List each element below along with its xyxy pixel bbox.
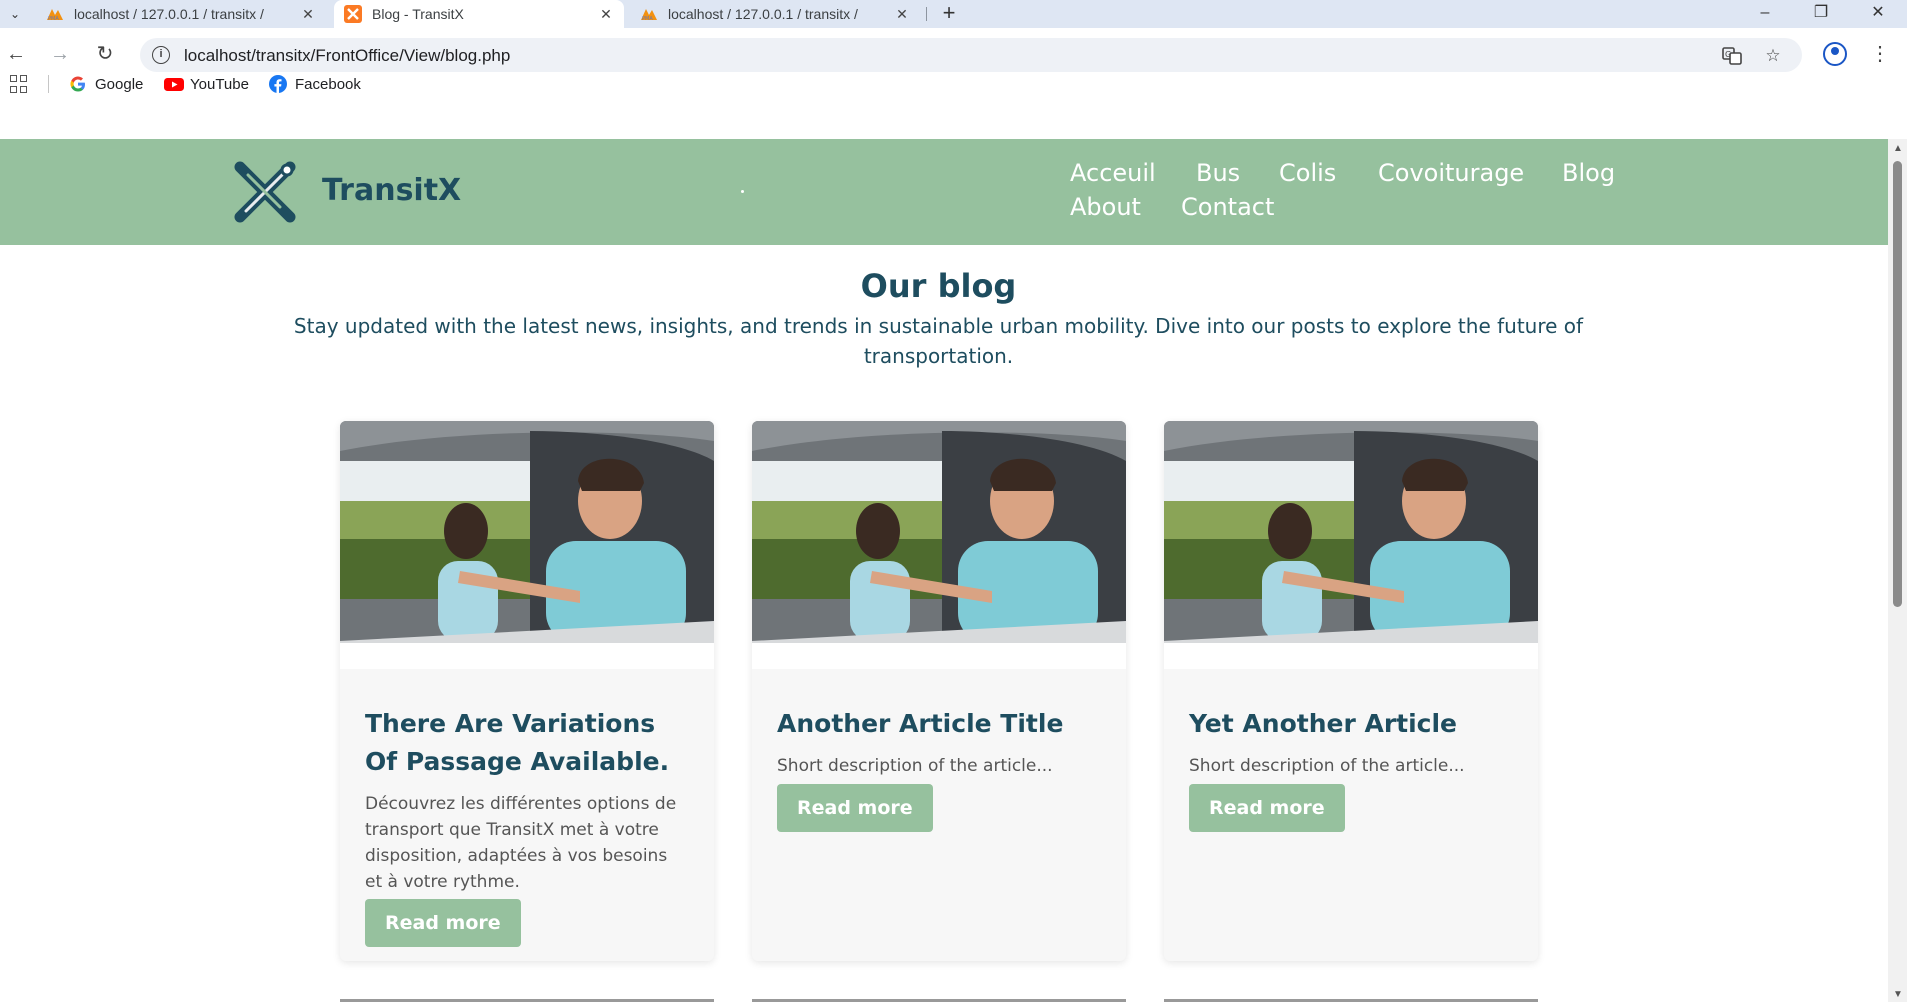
- tab-separator: [926, 7, 927, 21]
- reload-icon[interactable]: ↻: [91, 40, 119, 68]
- bookmark-facebook[interactable]: Facebook: [269, 72, 361, 96]
- scrollbar-thumb[interactable]: [1893, 161, 1902, 607]
- browser-tab-2[interactable]: Blog - TransitX ✕: [334, 0, 624, 28]
- driver-car-photo: [340, 421, 714, 669]
- bookmark-label: Google: [95, 75, 144, 93]
- bookmark-label: Facebook: [295, 75, 361, 93]
- bookmarks-separator: [48, 75, 49, 93]
- bookmark-google[interactable]: Google: [69, 72, 143, 96]
- bookmark-label: YouTube: [190, 75, 249, 93]
- browser-menu-kebab-icon[interactable]: ⋮: [1870, 40, 1890, 68]
- minimize-window-icon[interactable]: –: [1743, 0, 1787, 28]
- blog-card-description: Short description of the article...: [777, 756, 1053, 776]
- address-bar[interactable]: i localhost/transitx/FrontOffice/View/bl…: [140, 38, 1802, 72]
- phpmyadmin-favicon-icon: PMA: [640, 5, 658, 23]
- blog-card: Yet Another Article Short description of…: [1164, 421, 1538, 961]
- transitx-logo-icon[interactable]: [234, 161, 296, 223]
- read-more-button[interactable]: Read more: [777, 784, 933, 832]
- browser-toolbar: ← → ↻ i localhost/transitx/FrontOffice/V…: [0, 28, 1907, 108]
- browser-tab-title: localhost / 127.0.0.1 / transitx /: [668, 6, 858, 22]
- read-more-button[interactable]: Read more: [365, 899, 521, 947]
- xampp-favicon-icon: [344, 5, 362, 23]
- nav-link-about[interactable]: About: [1070, 193, 1141, 221]
- close-tab-icon[interactable]: ✕: [598, 6, 614, 22]
- site-header: TransitX Acceuil Bus Colis Covoiturage B…: [0, 139, 1888, 245]
- google-icon: [69, 75, 87, 93]
- close-tab-icon[interactable]: ✕: [894, 6, 910, 22]
- close-window-icon[interactable]: ✕: [1856, 0, 1900, 28]
- nav-link-acceuil[interactable]: Acceuil: [1070, 159, 1156, 187]
- brand-name[interactable]: TransitX: [322, 173, 461, 208]
- blog-card-title[interactable]: There Are Variations Of Passage Availabl…: [365, 705, 689, 781]
- svg-text:PMA: PMA: [48, 16, 59, 21]
- decorative-dot: [741, 190, 744, 193]
- scroll-down-arrow-icon[interactable]: ▼: [1893, 989, 1903, 1000]
- browser-tab-1[interactable]: PMA localhost / 127.0.0.1 / transitx / ✕: [36, 0, 326, 28]
- read-more-button[interactable]: Read more: [1189, 784, 1345, 832]
- tab-search-chevron-icon[interactable]: ⌄: [6, 5, 24, 23]
- profile-avatar-icon[interactable]: [1823, 42, 1847, 66]
- svg-text:PMA: PMA: [642, 16, 653, 21]
- site-info-icon[interactable]: i: [152, 46, 170, 64]
- new-tab-plus-icon[interactable]: +: [938, 2, 960, 25]
- browser-tab-3[interactable]: PMA localhost / 127.0.0.1 / transitx / ✕: [630, 0, 920, 28]
- back-arrow-icon[interactable]: ←: [2, 40, 30, 68]
- nav-link-blog[interactable]: Blog: [1562, 159, 1615, 187]
- nav-link-colis[interactable]: Colis: [1279, 159, 1336, 187]
- page-title: Our blog: [860, 267, 1017, 305]
- page-viewport: TransitX Acceuil Bus Colis Covoiturage B…: [0, 139, 1888, 1002]
- blog-card-title[interactable]: Another Article Title: [777, 705, 1101, 743]
- blog-card: Another Article Title Short description …: [752, 421, 1126, 961]
- blog-card-description: Découvrez les différentes options de tra…: [365, 794, 677, 892]
- blog-card-description: Short description of the article...: [1189, 756, 1465, 776]
- phpmyadmin-favicon-icon: PMA: [46, 5, 64, 23]
- translate-icon[interactable]: G: [1722, 46, 1742, 66]
- driver-car-photo: [1164, 421, 1538, 669]
- browser-tab-title: Blog - TransitX: [372, 6, 464, 22]
- nav-link-contact[interactable]: Contact: [1181, 193, 1274, 221]
- facebook-icon: [269, 75, 287, 93]
- browser-tab-title: localhost / 127.0.0.1 / transitx /: [74, 6, 264, 22]
- youtube-icon: [164, 75, 184, 93]
- page-scrollbar[interactable]: ▲ ▼: [1888, 139, 1907, 1002]
- blog-card: There Are Variations Of Passage Availabl…: [340, 421, 714, 961]
- forward-arrow-icon[interactable]: →: [46, 40, 74, 68]
- browser-tabstrip: ⌄ PMA localhost / 127.0.0.1 / transitx /…: [0, 0, 1907, 28]
- blog-card-title[interactable]: Yet Another Article: [1189, 705, 1513, 743]
- nav-link-covoiturage[interactable]: Covoiturage: [1378, 159, 1524, 187]
- scroll-up-arrow-icon[interactable]: ▲: [1893, 143, 1903, 154]
- svg-text:G: G: [1725, 50, 1731, 59]
- nav-link-bus[interactable]: Bus: [1196, 159, 1240, 187]
- close-tab-icon[interactable]: ✕: [300, 6, 316, 22]
- apps-grid-icon[interactable]: [10, 75, 28, 93]
- bookmark-star-icon[interactable]: ☆: [1763, 46, 1783, 66]
- bookmark-youtube[interactable]: YouTube: [164, 72, 249, 96]
- driver-car-photo: [752, 421, 1126, 669]
- address-bar-url[interactable]: localhost/transitx/FrontOffice/View/blog…: [184, 46, 510, 66]
- page-subtitle: Stay updated with the latest news, insig…: [293, 314, 1584, 368]
- restore-window-icon[interactable]: ❐: [1799, 0, 1843, 28]
